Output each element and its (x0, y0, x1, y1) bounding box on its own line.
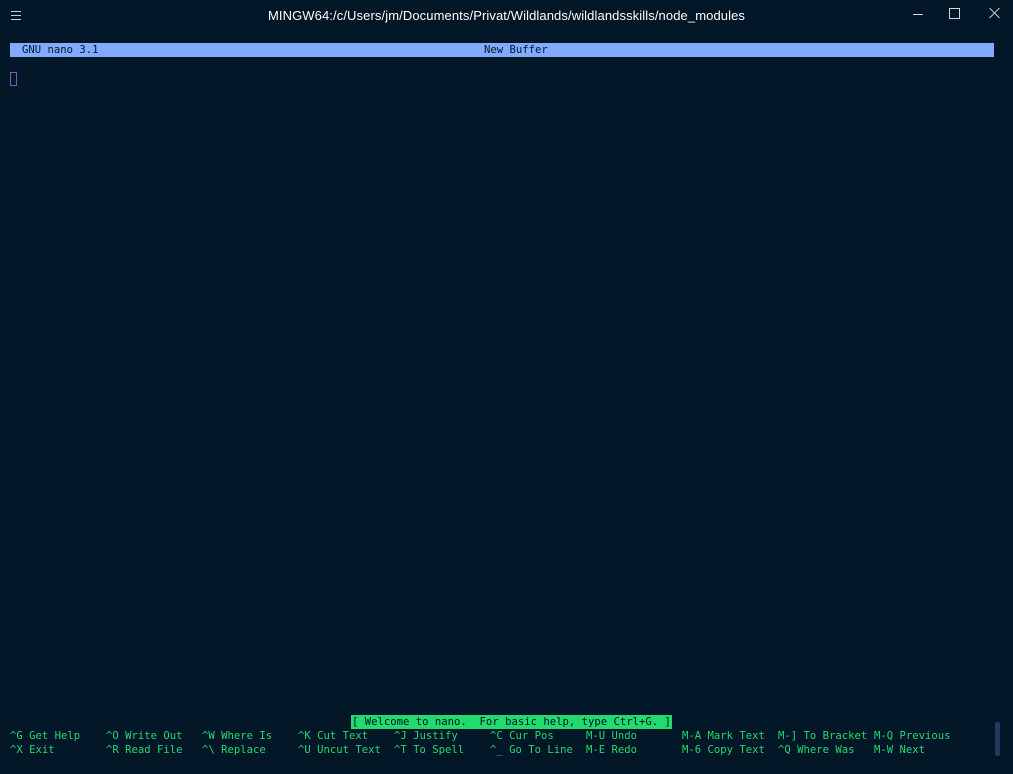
buffer-name: New Buffer (484, 44, 548, 56)
maximize-icon (949, 8, 960, 19)
shortcut-write-out[interactable]: ^O Write Out (106, 729, 183, 743)
shortcut-key: M-] (778, 730, 798, 742)
shortcut-key: ^T (394, 744, 407, 756)
shortcut-where-was[interactable]: ^Q Where Was (778, 743, 855, 757)
nano-version: GNU nano 3.1 (22, 44, 99, 56)
shortcut-previous[interactable]: M-Q Previous (874, 729, 951, 743)
shortcut-label: Next (893, 744, 926, 756)
shortcut-label: Write Out (118, 730, 183, 742)
close-icon (989, 7, 1001, 19)
shortcut-label: Copy Text (701, 744, 765, 756)
shortcut-key: M-6 (682, 744, 702, 756)
shortcut-replace[interactable]: ^\ Replace (202, 743, 266, 757)
shortcut-key: M-Q (874, 730, 894, 742)
shortcut-cur-pos[interactable]: ^C Cur Pos (490, 729, 554, 743)
minimize-button[interactable] (900, 0, 936, 30)
shortcut-label: Go To Line (502, 744, 573, 756)
nano-header-bar: GNU nano 3.1 New Buffer (10, 43, 994, 57)
shortcut-go-to-line[interactable]: ^_ Go To Line (490, 743, 573, 757)
shortcut-redo[interactable]: M-E Redo (586, 743, 637, 757)
scrollbar-thumb[interactable] (995, 722, 1000, 756)
shortcut-label: Cur Pos (502, 730, 554, 742)
shortcut-label: Exit (22, 744, 55, 756)
shortcut-key: M-W (874, 744, 894, 756)
close-button[interactable] (976, 0, 1012, 30)
shortcut-to-bracket[interactable]: M-] To Bracket (778, 729, 867, 743)
shortcut-key: ^W (202, 730, 215, 742)
shortcut-mark-text[interactable]: M-A Mark Text (682, 729, 765, 743)
shortcut-label: Get Help (22, 730, 81, 742)
window-title: MINGW64:/c/Users/jm/Documents/Privat/Wil… (267, 8, 746, 23)
minimize-icon (913, 14, 923, 15)
shortcut-label: Mark Text (701, 730, 765, 742)
shortcut-label: Where Was (790, 744, 855, 756)
shortcut-label: Undo (605, 730, 638, 742)
shortcut-key: ^G (10, 730, 23, 742)
shortcut-label: Previous (893, 730, 951, 742)
shortcut-next[interactable]: M-W Next (874, 743, 925, 757)
shortcut-key: ^_ (490, 744, 503, 756)
shortcut-label: Justify (406, 730, 458, 742)
shortcut-key: M-E (586, 744, 606, 756)
shortcut-label: Uncut Text (310, 744, 381, 756)
shortcut-key: ^O (106, 730, 119, 742)
shortcut-key: ^K (298, 730, 311, 742)
shortcut-label: Where Is (214, 730, 273, 742)
shortcut-label: Redo (605, 744, 638, 756)
shortcut-key: ^R (106, 744, 119, 756)
shortcut-to-spell[interactable]: ^T To Spell (394, 743, 464, 757)
shortcut-key: ^X (10, 744, 23, 756)
shortcut-key: ^\ (202, 744, 215, 756)
maximize-button[interactable] (936, 0, 972, 30)
shortcut-read-file[interactable]: ^R Read File (106, 743, 183, 757)
shortcut-justify[interactable]: ^J Justify (394, 729, 458, 743)
shortcut-get-help[interactable]: ^G Get Help (10, 729, 80, 743)
shortcut-label: To Spell (406, 744, 465, 756)
shortcut-label: Cut Text (310, 730, 369, 742)
shortcut-label: Read File (118, 744, 183, 756)
shortcut-exit[interactable]: ^X Exit (10, 743, 55, 757)
shortcut-key: ^Q (778, 744, 791, 756)
shortcut-copy-text[interactable]: M-6 Copy Text (682, 743, 765, 757)
shortcut-label: To Bracket (797, 730, 868, 742)
shortcut-label: Replace (214, 744, 266, 756)
shortcut-undo[interactable]: M-U Undo (586, 729, 637, 743)
shortcut-key: M-A (682, 730, 702, 742)
terminal-area[interactable]: GNU nano 3.1 New Buffer [ Welcome to nan… (10, 43, 994, 763)
window-titlebar: MINGW64:/c/Users/jm/Documents/Privat/Wil… (0, 0, 1013, 32)
shortcut-uncut-text[interactable]: ^U Uncut Text (298, 743, 381, 757)
shortcut-key: ^C (490, 730, 503, 742)
shortcut-key: ^U (298, 744, 311, 756)
status-message: [ Welcome to nano. For basic help, type … (351, 715, 672, 729)
shortcut-key: M-U (586, 730, 606, 742)
text-cursor (10, 72, 17, 86)
shortcut-where-is[interactable]: ^W Where Is (202, 729, 272, 743)
shortcut-key: ^J (394, 730, 407, 742)
shortcut-cut-text[interactable]: ^K Cut Text (298, 729, 368, 743)
